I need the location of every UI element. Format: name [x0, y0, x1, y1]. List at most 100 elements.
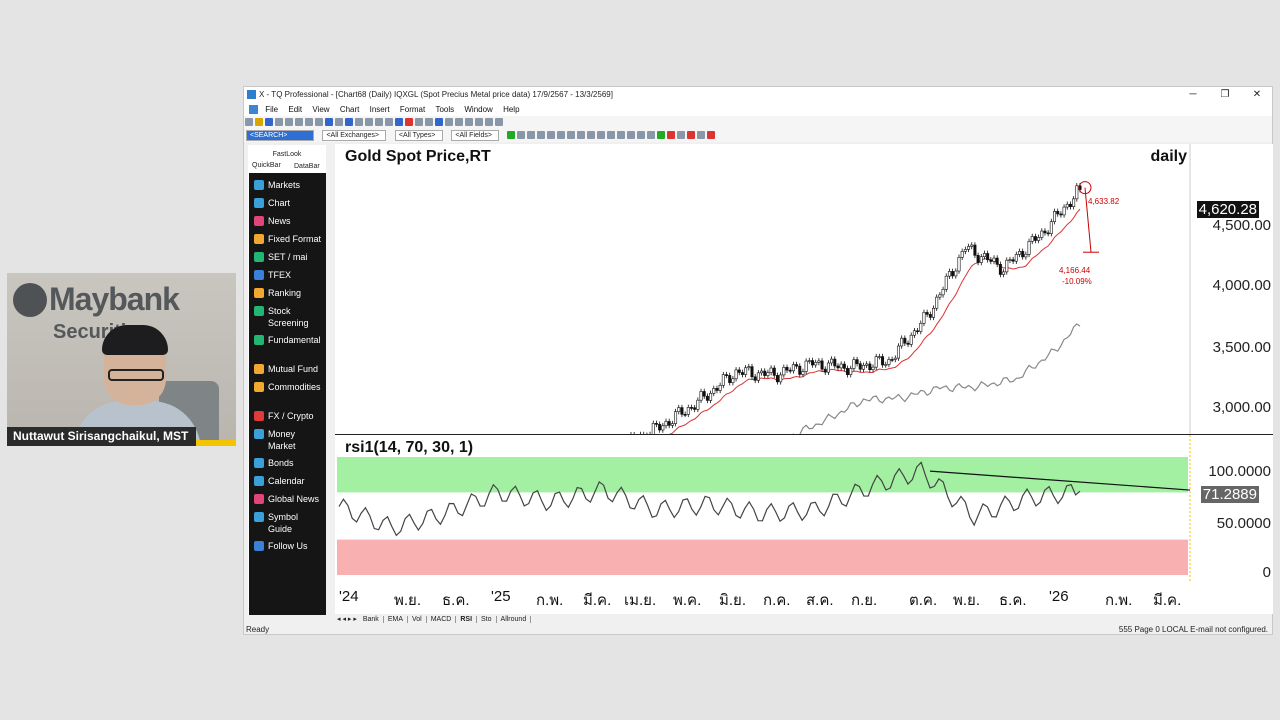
open-icon[interactable] [255, 118, 263, 126]
close-button[interactable]: ✕ [1242, 87, 1272, 103]
indicator-tab-rsi[interactable]: RSI [456, 616, 478, 623]
cascade-icon[interactable] [445, 118, 453, 126]
fib-icon[interactable] [576, 131, 585, 139]
menu-help[interactable]: Help [503, 103, 519, 116]
tile-icon[interactable] [435, 118, 443, 126]
settings-icon[interactable] [425, 118, 433, 126]
menu-edit[interactable]: Edit [288, 103, 302, 116]
draw-icon[interactable] [415, 118, 423, 126]
channel-icon[interactable] [566, 131, 575, 139]
scroll-left-icon[interactable] [375, 118, 383, 126]
price-pane[interactable]: Gold Spot Price,RT daily 4,500.00 4,000.… [335, 144, 1273, 477]
candle-body [976, 255, 980, 263]
crosshair-icon[interactable] [526, 131, 535, 139]
indicator-tab-vol[interactable]: Vol [408, 616, 427, 623]
copy-draw-icon[interactable] [696, 131, 705, 139]
color-icon[interactable] [686, 131, 695, 139]
up-arrow-icon[interactable] [656, 131, 665, 139]
candle-body [766, 372, 770, 376]
menu-view[interactable]: View [312, 103, 329, 116]
arrow-icon[interactable] [616, 131, 625, 139]
down-arrow-icon[interactable] [666, 131, 675, 139]
candle-body [836, 365, 840, 369]
candle-body [935, 296, 939, 309]
maximize-button[interactable]: ❐ [1210, 87, 1240, 103]
candle-body [906, 342, 910, 345]
menu-tools[interactable]: Tools [435, 103, 454, 116]
candle-body [1043, 230, 1047, 234]
grid-icon[interactable] [345, 118, 353, 126]
save-icon[interactable] [265, 118, 273, 126]
pointer-icon[interactable] [516, 131, 525, 139]
ray-icon[interactable] [556, 131, 565, 139]
candle-body [989, 259, 993, 262]
window-icon[interactable] [335, 118, 343, 126]
misc-icon[interactable] [495, 118, 503, 126]
candle-body [893, 357, 897, 360]
zoom-in-icon[interactable] [355, 118, 363, 126]
overbought-band [337, 457, 1188, 493]
note-icon[interactable] [676, 131, 685, 139]
menu-chart[interactable]: Chart [340, 103, 360, 116]
rsi-pane[interactable]: rsi1(14, 70, 30, 1) 100.0000 50.0000 0 7… [335, 434, 1273, 583]
indicator-tab-bank[interactable]: Bank [359, 616, 384, 623]
undo-icon[interactable] [315, 118, 323, 126]
minimize-button[interactable]: ─ [1178, 87, 1208, 103]
candle-body [709, 393, 713, 401]
chart-area[interactable]: Gold Spot Price,RT daily 4,500.00 4,000.… [335, 144, 1273, 614]
zoom-out-icon[interactable] [365, 118, 373, 126]
exchanges-select[interactable]: <All Exchanges> [322, 130, 387, 141]
types-select[interactable]: <All Types> [394, 130, 443, 141]
format-icon[interactable] [475, 118, 483, 126]
y-tick-4000: 4,000.00 [1212, 277, 1271, 294]
candle-body [967, 246, 971, 250]
table-icon[interactable] [465, 118, 473, 126]
refresh-icon[interactable] [395, 118, 403, 126]
line-icon[interactable] [546, 131, 555, 139]
fields-select[interactable]: <All Fields> [451, 130, 500, 141]
cut-icon[interactable] [285, 118, 293, 126]
gann-icon[interactable] [636, 131, 645, 139]
candle-body [925, 312, 929, 315]
rsi-chart[interactable] [335, 435, 1273, 583]
sidebar-item-label: Symbol Guide [268, 512, 299, 534]
paste-icon[interactable] [305, 118, 313, 126]
rect-icon[interactable] [586, 131, 595, 139]
price-chart[interactable] [335, 144, 1273, 477]
delete-draw-icon[interactable] [706, 131, 715, 139]
pen-icon[interactable] [626, 131, 635, 139]
layout-icon[interactable] [325, 118, 333, 126]
indicator-tab-allround[interactable]: Allround [497, 616, 532, 623]
measure-icon[interactable] [646, 131, 655, 139]
sidebar-item-icon [254, 180, 264, 190]
candle-body [664, 421, 668, 427]
menu-file[interactable]: File [265, 103, 278, 116]
tab-databar[interactable]: DataBar [294, 163, 320, 170]
glasses [108, 369, 164, 381]
new-icon[interactable] [245, 118, 253, 126]
list-icon[interactable] [455, 118, 463, 126]
indicator-tab-ema[interactable]: EMA [384, 616, 408, 623]
menu-format[interactable]: Format [400, 103, 425, 116]
ellipse-icon[interactable] [596, 131, 605, 139]
sidebar-item-icon [254, 198, 264, 208]
chart-icon[interactable] [485, 118, 493, 126]
record-icon[interactable] [405, 118, 413, 126]
tab-quickbar[interactable]: QuickBar [252, 162, 281, 169]
fastlook-header[interactable]: FastLook [248, 151, 326, 158]
copy-icon[interactable] [295, 118, 303, 126]
indicator-tab-macd[interactable]: MACD [427, 616, 457, 623]
print-icon[interactable] [275, 118, 283, 126]
menu-insert[interactable]: Insert [370, 103, 390, 116]
go-icon[interactable] [506, 131, 515, 139]
search-input[interactable]: <SEARCH> [246, 130, 314, 141]
candle-body [1056, 211, 1060, 215]
sidebar-item-label: TFEX [268, 270, 292, 280]
menu-window[interactable]: Window [464, 103, 492, 116]
candle-body [900, 337, 904, 347]
text-icon[interactable] [606, 131, 615, 139]
indicator-tab-sto[interactable]: Sto [477, 616, 497, 623]
magnet-icon[interactable] [536, 131, 545, 139]
tab-scroll-arrows-icon[interactable]: ◂ ◂ ▸ ▸ [337, 616, 359, 623]
scroll-right-icon[interactable] [385, 118, 393, 126]
